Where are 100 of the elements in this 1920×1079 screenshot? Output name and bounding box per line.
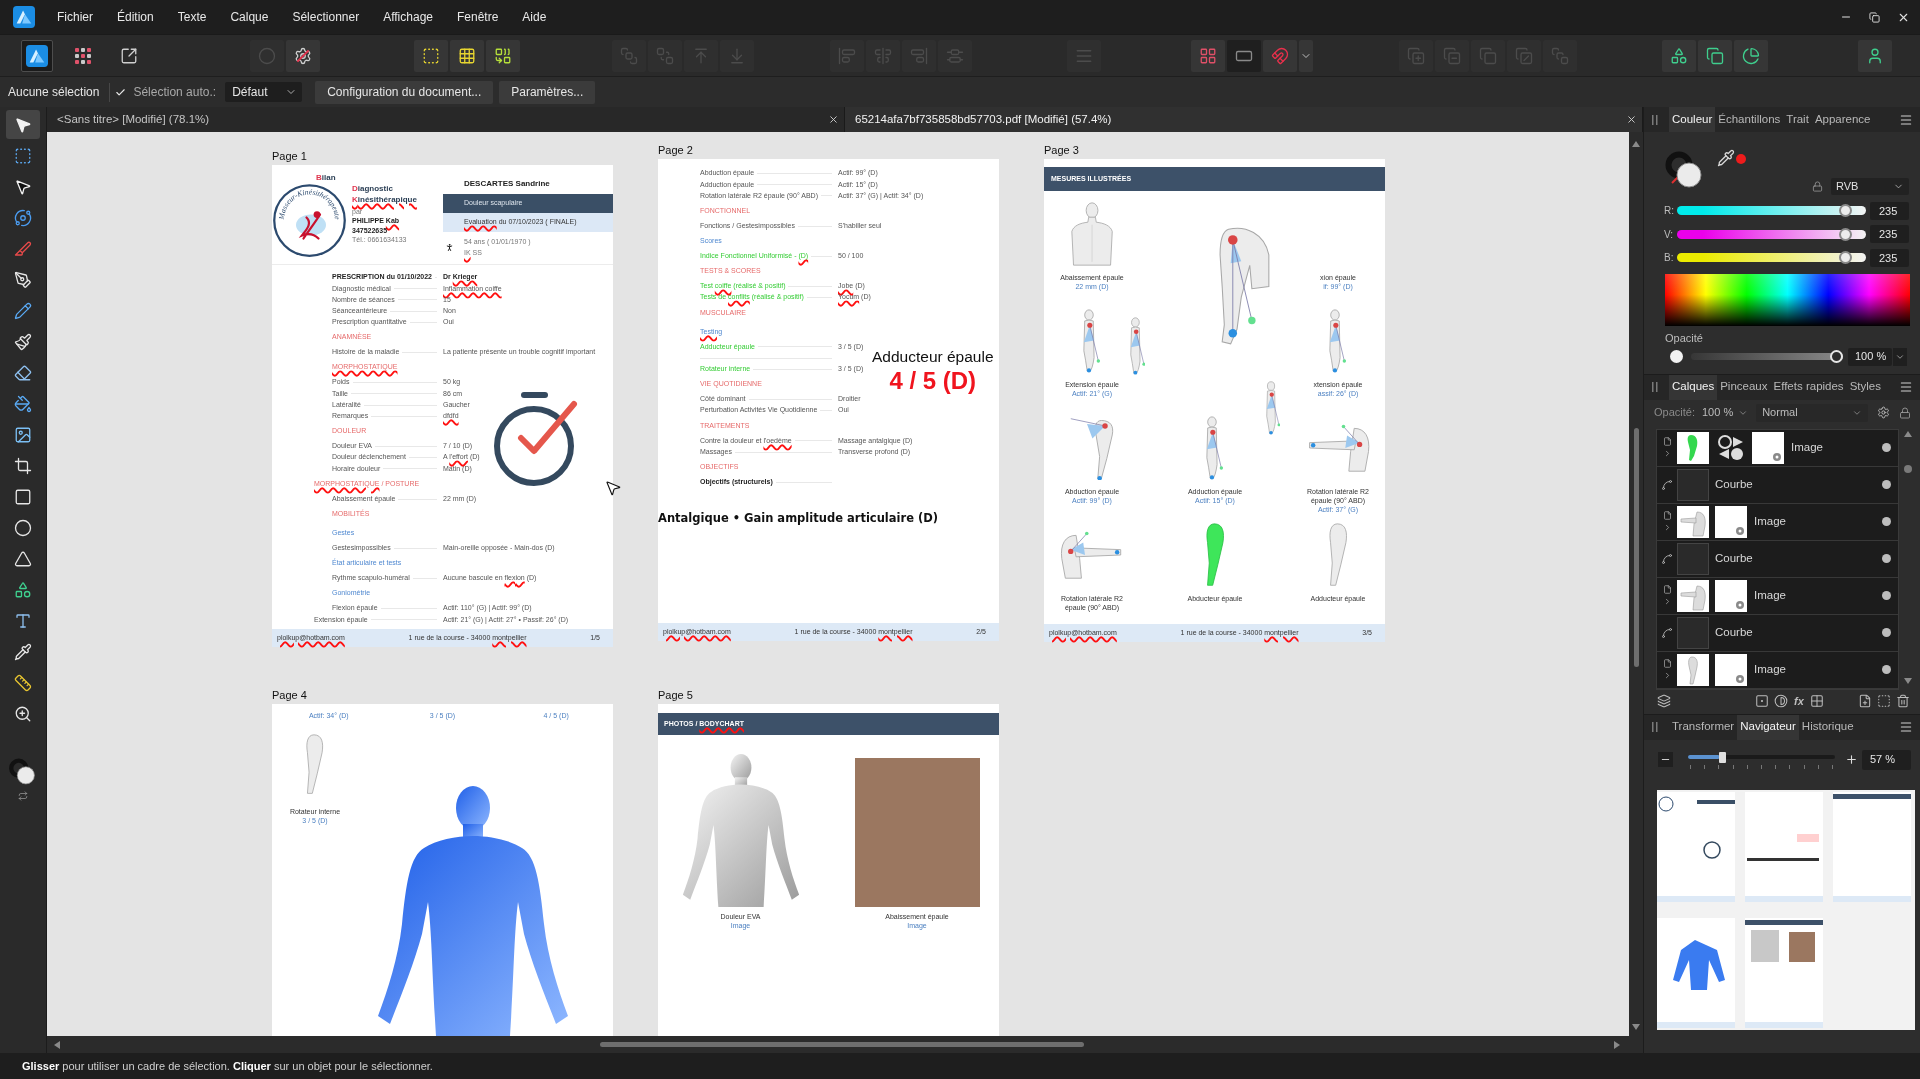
grip-icon — [1652, 722, 1658, 732]
menu-item[interactable]: Texte — [165, 4, 219, 30]
dashed-square-icon — [14, 146, 32, 165]
panel-tab[interactable]: Transformer — [1669, 714, 1738, 740]
channel-value-field[interactable]: 235 — [1870, 225, 1909, 244]
eraser-icon — [14, 363, 32, 382]
layer-row[interactable]: Image — [1657, 429, 1898, 467]
panel-tab[interactable]: Pinceaux — [1717, 374, 1771, 400]
zoom-out-button[interactable] — [1658, 752, 1673, 767]
zoom-value-field[interactable]: 57 % — [1862, 749, 1911, 770]
panel-tab[interactable]: Calques — [1669, 374, 1718, 400]
align-center-icon — [874, 46, 892, 65]
toolbar-button[interactable] — [1662, 39, 1696, 72]
layer-row[interactable]: Courbe — [1657, 614, 1898, 652]
toolbar-button[interactable] — [414, 39, 448, 72]
panel-tab[interactable]: Historique — [1798, 714, 1857, 740]
layer-row[interactable]: Image — [1657, 651, 1898, 689]
menu-item[interactable]: Fichier — [45, 4, 105, 30]
layers-icon — [1657, 693, 1671, 708]
layer-opacity-dropdown[interactable]: 100 % — [1699, 403, 1751, 422]
file-icon — [1662, 659, 1672, 668]
toolbar-button[interactable] — [286, 39, 320, 72]
slider-thumb[interactable] — [1718, 751, 1726, 763]
toolbar-button[interactable] — [486, 39, 520, 72]
panel-menu-button[interactable] — [1899, 380, 1913, 394]
arrow-up-line-icon — [692, 46, 710, 65]
panel-tab[interactable]: Trait — [1783, 107, 1812, 132]
opacity-value-field[interactable]: 100 % — [1848, 347, 1892, 366]
channel-slider[interactable] — [1677, 204, 1866, 218]
menu-item[interactable]: Calque — [218, 4, 281, 30]
circle-icon — [14, 518, 32, 537]
menu-item[interactable]: Fenêtre — [445, 4, 511, 30]
gear-slash-icon — [294, 46, 312, 65]
channel-value-field[interactable]: 235 — [1870, 248, 1909, 267]
zoom-slider[interactable] — [1688, 749, 1835, 770]
toolbar-button[interactable] — [1734, 39, 1768, 72]
arm-drawing — [305, 734, 325, 795]
menu-item[interactable]: Sélectionner — [280, 4, 372, 30]
page-label: Page 5 — [658, 688, 693, 703]
panel-menu-button[interactable] — [1899, 720, 1913, 734]
file-icon — [1662, 437, 1672, 446]
add-page-icon — [1858, 693, 1872, 708]
scrollbar-thumb[interactable] — [600, 1042, 1084, 1047]
channel-slider[interactable] — [1677, 227, 1866, 241]
auto-select-dropdown[interactable]: Défaut — [225, 82, 303, 102]
layer-row[interactable]: Courbe — [1657, 466, 1898, 504]
toolbar-button[interactable] — [21, 39, 53, 72]
opacity-label: Opacité — [1665, 331, 1703, 345]
grid-icon — [458, 46, 476, 65]
scrollbar-thumb[interactable] — [1633, 428, 1639, 667]
image-icon — [14, 425, 32, 444]
grip-icon — [1652, 114, 1658, 125]
toolbar-button[interactable] — [1698, 39, 1732, 72]
close-button[interactable] — [1625, 113, 1637, 126]
channel-value-field[interactable]: 235 — [1870, 201, 1909, 220]
layer-row[interactable]: Courbe — [1657, 540, 1898, 578]
panel-menu-button[interactable] — [1899, 112, 1913, 127]
page-label: Page 3 — [1044, 143, 1079, 158]
panel-tab[interactable]: Styles — [1846, 374, 1884, 400]
blend-mode-dropdown[interactable]: Normal — [1756, 403, 1869, 422]
menu-item[interactable]: Édition — [105, 4, 166, 30]
menu-item[interactable]: Affichage — [371, 4, 445, 30]
dashed-square-icon — [1877, 693, 1891, 708]
panel-tab[interactable]: Couleur — [1669, 107, 1716, 132]
layer-row[interactable]: Image — [1657, 503, 1898, 541]
effects-button[interactable]: fx — [1793, 693, 1805, 708]
document-tab[interactable]: <Sans titre> [Modifié] (78.1%) — [47, 107, 845, 132]
color-model-dropdown[interactable]: RVB — [1831, 177, 1909, 195]
color-spectrum[interactable] — [1665, 273, 1910, 326]
document-setup-button[interactable]: Configuration du document... — [315, 80, 494, 104]
scroll-right-arrow-icon — [1614, 1040, 1620, 1049]
document-tab[interactable]: 65214afa7bf735858bd57703.pdf [Modifié] (57.4%) — [845, 107, 1643, 132]
grid-icon — [1199, 46, 1217, 65]
tool-button[interactable] — [6, 110, 40, 139]
back-drawing — [1070, 202, 1114, 266]
zoom-in-button[interactable] — [1844, 752, 1859, 767]
user-icon — [1866, 46, 1884, 65]
opacity-slider[interactable] — [1691, 350, 1843, 363]
layer-name: Image — [1754, 587, 1786, 603]
curve-icon — [1661, 626, 1673, 639]
combine-icon — [494, 46, 512, 65]
scrollbar-thumb[interactable] — [1904, 464, 1912, 473]
arm-drawing — [1329, 309, 1347, 373]
menu-item[interactable]: Aide — [510, 4, 559, 30]
check-icon — [115, 86, 127, 98]
layer-row[interactable]: Image — [1657, 577, 1898, 615]
panel-tab[interactable]: Échantillons — [1715, 107, 1784, 132]
channel-slider[interactable] — [1677, 251, 1866, 265]
opacity-swatch-icon — [1670, 350, 1683, 363]
close-button[interactable] — [827, 113, 839, 126]
toolbar-button[interactable] — [1858, 39, 1892, 72]
layer-name: Courbe — [1715, 624, 1753, 640]
slider-thumb[interactable] — [1838, 227, 1852, 241]
preferences-button[interactable]: Paramètres... — [499, 80, 596, 104]
panel-tab[interactable]: Effets rapides — [1770, 374, 1847, 400]
panel-tab[interactable]: Navigateur — [1737, 714, 1799, 740]
auto-select-checkbox[interactable] — [115, 86, 127, 98]
panel-tab[interactable]: Apparence — [1811, 107, 1874, 132]
toolbar-button[interactable] — [450, 39, 484, 72]
layer-thumbnail — [1677, 505, 1709, 538]
